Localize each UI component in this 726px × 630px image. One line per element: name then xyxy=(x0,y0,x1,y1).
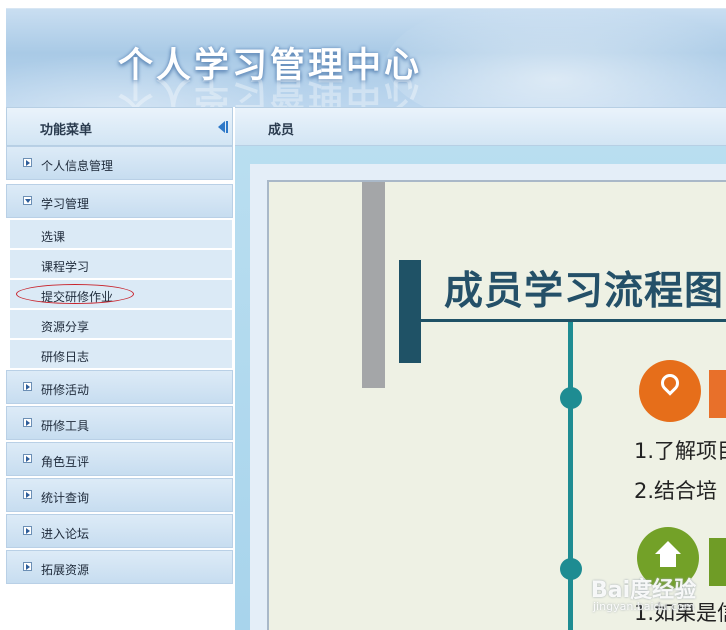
sidebar-section-label: 统计查询 xyxy=(41,491,90,505)
menu-header: 功能菜单 xyxy=(6,107,233,146)
sidebar-item-resource-share[interactable]: 资源分享 xyxy=(10,310,232,339)
sidebar-section-peer-review[interactable]: 角色互评 xyxy=(6,442,233,476)
sidebar-section-resources[interactable]: 拓展资源 xyxy=(6,550,233,584)
sidebar-section-learning[interactable]: 学习管理 xyxy=(6,184,233,218)
site-title-reflection: 个人学习管理中心 xyxy=(118,77,423,107)
sidebar-section-label: 个人信息管理 xyxy=(41,159,114,173)
sidebar: 个人信息管理 学习管理 选课 课程学习 提交研修作业 资源分享 研修日志 研修活… xyxy=(6,146,233,630)
triangle-right-icon xyxy=(23,382,32,391)
timeline-line xyxy=(568,322,573,630)
sidebar-section-label: 学习管理 xyxy=(41,197,90,211)
sidebar-section-label: 角色互评 xyxy=(41,455,90,469)
slide-title-underline xyxy=(421,319,726,322)
sidebar-section-profile[interactable]: 个人信息管理 xyxy=(6,146,233,180)
sidebar-item-label: 课程学习 xyxy=(41,260,90,274)
step-text: 1.了解项目 xyxy=(634,439,726,463)
sidebar-section-label: 进入论坛 xyxy=(41,527,90,541)
triangle-right-icon xyxy=(23,454,32,463)
triangle-right-icon xyxy=(23,562,32,571)
collapse-sidebar-icon[interactable] xyxy=(218,121,228,133)
header-banner: 个人学习管理中心 个人学习管理中心 xyxy=(6,8,726,107)
triangle-right-icon xyxy=(23,158,32,167)
timeline-node xyxy=(560,558,582,580)
triangle-down-icon xyxy=(23,196,32,205)
slide-decoration-bar xyxy=(362,182,385,388)
house-body xyxy=(660,554,676,567)
menu-header-label: 功能菜单 xyxy=(40,123,93,138)
sidebar-item-course-study[interactable]: 课程学习 xyxy=(10,250,232,279)
sidebar-item-label: 选课 xyxy=(41,230,66,244)
breadcrumb: 成员 xyxy=(235,107,726,146)
sidebar-section-label: 拓展资源 xyxy=(41,563,90,577)
sidebar-section-statistics[interactable]: 统计查询 xyxy=(6,478,233,512)
pin-shape xyxy=(657,370,683,396)
sidebar-item-label: 研修日志 xyxy=(41,350,90,364)
location-pin-icon xyxy=(639,360,701,422)
slide-title-marker xyxy=(399,260,421,363)
sidebar-item-course-select[interactable]: 选课 xyxy=(10,220,232,249)
step-text: 2.结合培 xyxy=(634,479,718,503)
sidebar-section-activities[interactable]: 研修活动 xyxy=(6,370,233,404)
sidebar-section-label: 研修活动 xyxy=(41,383,90,397)
learning-center-page: 个人学习管理中心 个人学习管理中心 功能菜单 成员 个人信息管理 学习管理 选课… xyxy=(0,0,726,630)
triangle-right-icon xyxy=(23,490,32,499)
triangle-right-icon xyxy=(23,418,32,427)
step-header-green xyxy=(709,538,726,586)
house-roof xyxy=(655,541,681,554)
sidebar-section-tools[interactable]: 研修工具 xyxy=(6,406,233,440)
flowchart-slide: 成员学习流程图 1.了解项目 2.结合培 1.如果是信 Bai度经验 jingy… xyxy=(267,180,726,630)
triangle-right-icon xyxy=(23,526,32,535)
content-panel: 成员学习流程图 1.了解项目 2.结合培 1.如果是信 Bai度经验 jingy… xyxy=(250,164,726,630)
sidebar-item-research-log[interactable]: 研修日志 xyxy=(10,340,232,369)
header-decoration xyxy=(386,9,726,107)
sidebar-item-label: 资源分享 xyxy=(41,320,90,334)
highlight-annotation xyxy=(16,284,134,304)
timeline-node xyxy=(560,387,582,409)
watermark-url: jingyan.baidu.com xyxy=(593,600,695,613)
sidebar-section-label: 研修工具 xyxy=(41,419,90,433)
step-header-orange xyxy=(709,370,726,418)
content-area: 成员学习流程图 1.了解项目 2.结合培 1.如果是信 Bai度经验 jingy… xyxy=(235,146,726,630)
sidebar-section-forum[interactable]: 进入论坛 xyxy=(6,514,233,548)
breadcrumb-label: 成员 xyxy=(268,123,295,138)
slide-title: 成员学习流程图 xyxy=(444,269,725,314)
